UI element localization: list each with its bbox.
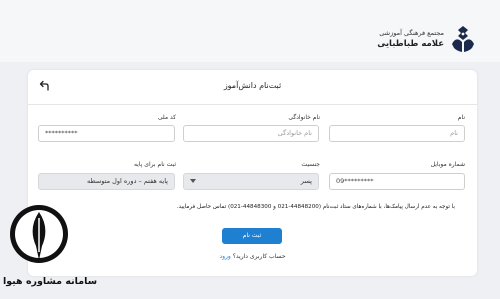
national-code-label: کد ملی xyxy=(157,114,176,121)
login-link[interactable]: ورود xyxy=(219,253,230,260)
national-code-field[interactable]: ********** xyxy=(38,125,175,142)
national-code-value: ********** xyxy=(45,129,78,137)
gender-select[interactable]: پسر xyxy=(183,173,319,190)
org-name: مجتمع فرهنگی آموزشی علامه طباطبایی xyxy=(377,29,444,50)
last-name-label: نام خانوادگی xyxy=(288,114,320,121)
gender-label: جنسیت xyxy=(301,161,320,168)
org-title: علامه طباطبایی xyxy=(377,39,444,49)
last-name-field[interactable]: نام خانوادگی xyxy=(183,125,319,142)
watermark-text: سامانه مشاوره هیوا xyxy=(2,276,98,287)
mobile-value: 09********* xyxy=(336,177,374,185)
top-header: مجتمع فرهنگی آموزشی علامه طباطبایی xyxy=(0,0,500,62)
header-divider xyxy=(28,104,477,105)
org-subtitle: مجتمع فرهنگی آموزشی xyxy=(379,29,444,37)
mobile-label: شماره موبایل xyxy=(430,161,465,168)
gender-value: پسر xyxy=(300,177,312,185)
last-name-placeholder: نام خانوادگی xyxy=(277,129,312,137)
quill-badge-icon xyxy=(10,205,68,263)
page-title: ثبت‌نام دانش‌آموز xyxy=(223,81,282,90)
contact-notice: با توجه به عدم ارسال پیامک‌ها، با شماره‌… xyxy=(176,204,455,210)
first-name-placeholder: نام xyxy=(450,129,458,137)
grade-select[interactable]: پایه هفتم – دوره اول متوسطه xyxy=(38,173,175,190)
org-logo xyxy=(452,26,474,52)
mobile-field[interactable]: 09********* xyxy=(329,173,465,190)
watermark: سامانه مشاوره هیوا xyxy=(0,196,100,299)
chevron-down-icon xyxy=(190,179,196,183)
grade-label: ثبت نام برای پایه xyxy=(133,161,176,168)
first-name-label: نام xyxy=(457,114,465,121)
login-question: حساب کاربری دارید؟ xyxy=(232,253,286,260)
grade-value: پایه هفتم – دوره اول متوسطه xyxy=(87,177,168,185)
first-name-field[interactable]: نام xyxy=(329,125,465,142)
submit-button[interactable]: ثبت نام xyxy=(222,228,282,244)
